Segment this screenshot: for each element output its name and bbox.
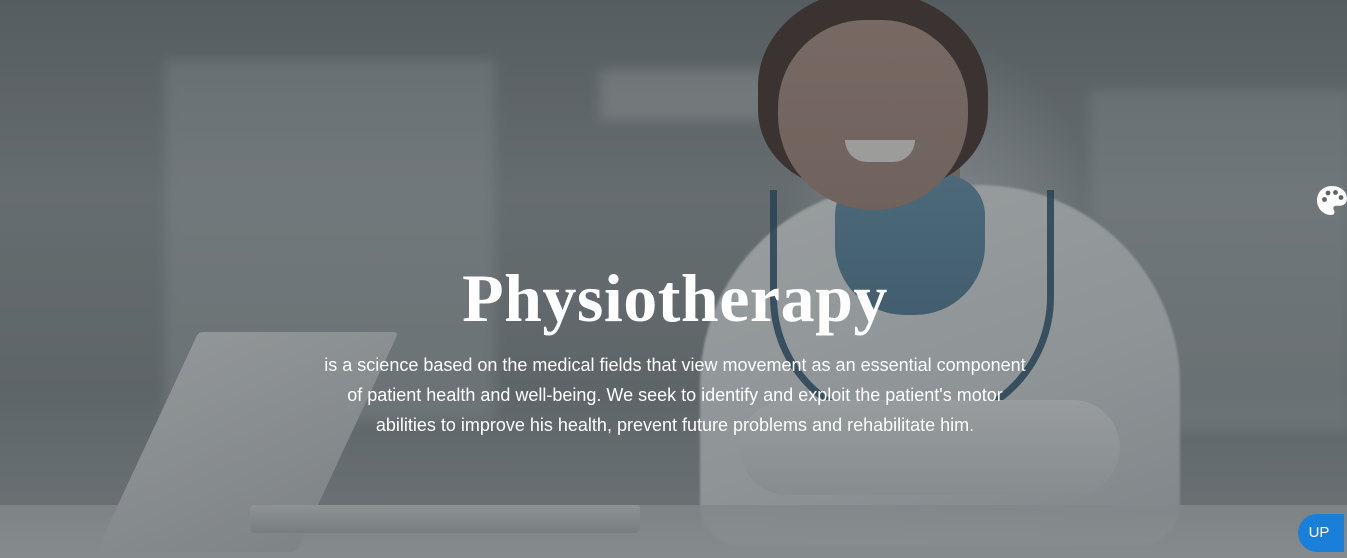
palette-icon-graphic (1317, 186, 1347, 215)
palette-icon[interactable] (1315, 184, 1347, 218)
scroll-up-button[interactable]: UP (1298, 514, 1344, 552)
hero-section: Physiotherapy is a science based on the … (0, 0, 1347, 558)
hero-title: Physiotherapy (462, 260, 888, 336)
hero-description: is a science based on the medical fields… (324, 355, 1026, 435)
hero-content: Physiotherapy is a science based on the … (320, 258, 1030, 440)
